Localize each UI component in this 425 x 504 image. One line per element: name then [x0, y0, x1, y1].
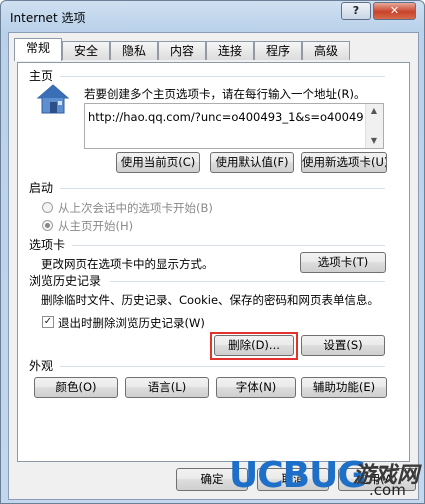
- use-new-tab-button[interactable]: 使用新选项卡(U): [301, 152, 387, 173]
- tabs-separator: [72, 245, 385, 246]
- tab-connections[interactable]: 连接: [206, 41, 254, 60]
- home-separator: [60, 76, 385, 77]
- startup-option2-label: 从主页开始(H): [58, 219, 134, 233]
- use-current-button[interactable]: 使用当前页(C): [116, 152, 200, 173]
- fonts-button[interactable]: 字体(N): [216, 377, 296, 398]
- history-section-label: 浏览历史记录: [29, 274, 102, 288]
- home-instruction: 若要创建多个主页选项卡，请在每行输入一个地址(R)。: [84, 87, 366, 101]
- tab-advanced[interactable]: 高级: [302, 41, 350, 60]
- history-description: 删除临时文件、历史记录、Cookie、保存的密码和网页表单信息。: [41, 293, 380, 307]
- startup-option1-radio[interactable]: [42, 202, 53, 213]
- colors-button[interactable]: 颜色(O): [34, 377, 118, 398]
- home-url-value: http://hao.qq.com/?unc=o400493_1&s=o4004…: [88, 110, 363, 124]
- title-bar[interactable]: Internet 选项 ? ✕: [1, 1, 424, 31]
- startup-separator: [60, 188, 385, 189]
- tabs-description: 更改网页在选项卡中的显示方式。: [41, 257, 214, 271]
- watermark-domain: .com: [369, 481, 406, 499]
- appearance-separator: [60, 366, 385, 367]
- tab-programs[interactable]: 程序: [254, 41, 302, 60]
- history-settings-button[interactable]: 设置(S): [301, 335, 385, 356]
- scroll-down-icon[interactable]: ▼: [366, 134, 382, 148]
- startup-section-label: 启动: [29, 181, 54, 195]
- languages-button[interactable]: 语言(L): [125, 377, 209, 398]
- accessibility-button[interactable]: 辅助功能(E): [301, 377, 387, 398]
- home-url-textarea[interactable]: http://hao.qq.com/?unc=o400493_1&s=o4004…: [84, 103, 384, 149]
- window-title: Internet 选项: [10, 11, 86, 25]
- scroll-up-icon[interactable]: ▲: [366, 104, 382, 118]
- tabs-section-label: 选项卡: [29, 238, 66, 252]
- tab-content[interactable]: 内容: [158, 41, 206, 60]
- appearance-section-label: 外观: [29, 359, 54, 373]
- tab-security[interactable]: 安全: [62, 41, 110, 60]
- tabs-settings-button[interactable]: 选项卡(T): [300, 252, 386, 273]
- site-watermark: UCBUG 游戏网 .com: [229, 455, 419, 500]
- startup-option2-radio[interactable]: [42, 220, 53, 231]
- startup-option1-label: 从上次会话中的选项卡开始(B): [58, 201, 213, 215]
- close-button[interactable]: ✕: [373, 2, 416, 20]
- use-default-button[interactable]: 使用默认值(F): [210, 152, 294, 173]
- delete-on-exit-label: 退出时删除浏览历史记录(W): [58, 316, 205, 330]
- delete-on-exit-checkbox[interactable]: ✓: [42, 316, 54, 328]
- home-icon: [36, 83, 70, 115]
- textarea-scrollbar[interactable]: ▲ ▼: [365, 104, 383, 148]
- watermark-brand: UCBUG: [229, 455, 367, 496]
- tab-general[interactable]: 常规: [14, 38, 62, 61]
- help-button[interactable]: ?: [341, 2, 371, 20]
- delete-button-highlight: [210, 332, 298, 360]
- history-separator: [110, 281, 385, 282]
- home-section-label: 主页: [29, 69, 54, 83]
- tab-privacy[interactable]: 隐私: [110, 41, 158, 60]
